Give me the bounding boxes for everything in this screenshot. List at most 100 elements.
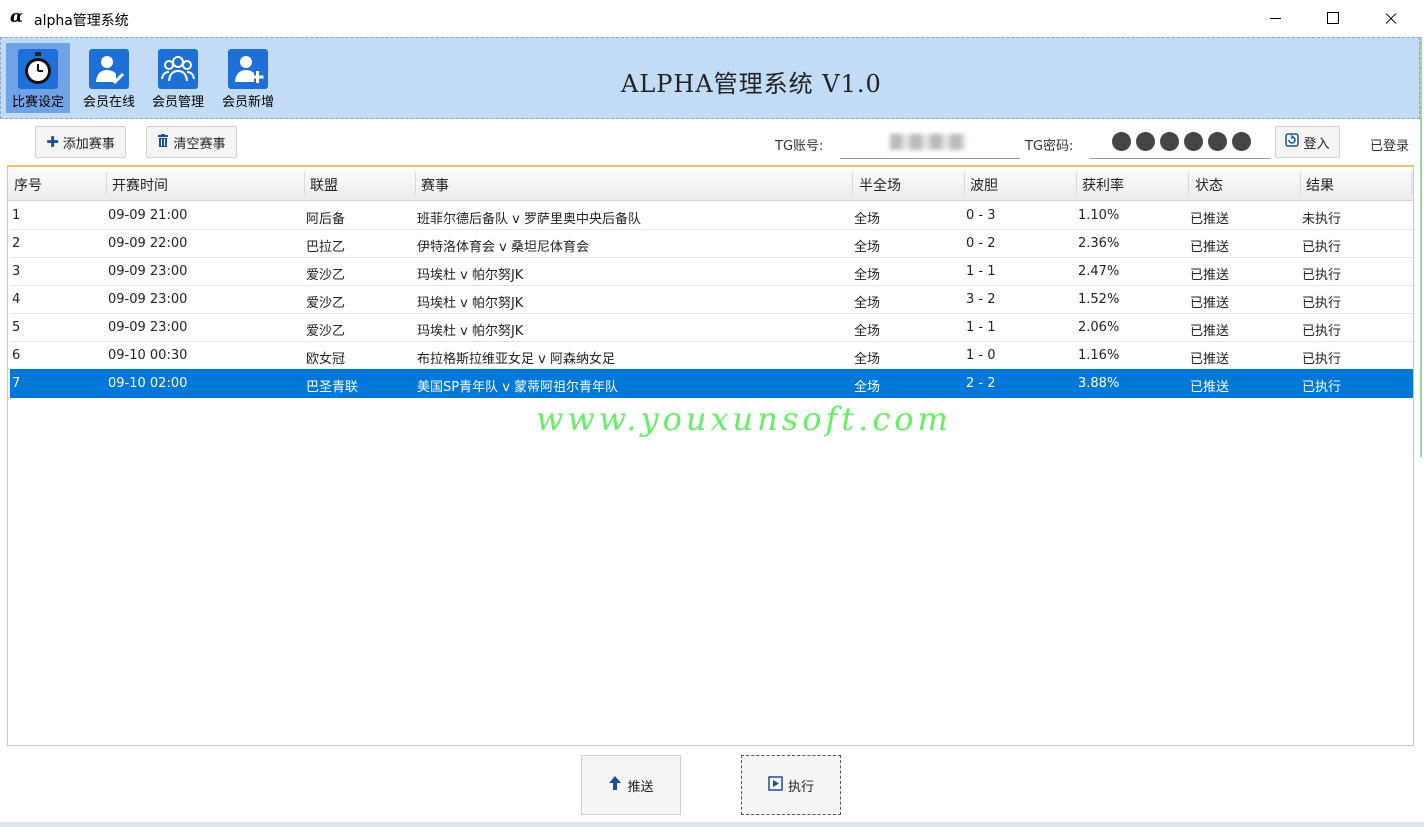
account-field[interactable] (840, 126, 1020, 159)
maximize-button[interactable] (1304, 0, 1362, 37)
cell-status: 已推送 (1190, 380, 1230, 395)
cell-score: 0 - 2 (966, 236, 996, 251)
cell-index: 5 (12, 320, 21, 335)
trash-icon (157, 133, 169, 151)
watermark: www.youxunsoft.com (536, 400, 952, 438)
push-label: 推送 (627, 779, 654, 795)
users-group-icon (158, 49, 198, 89)
col-header-status[interactable]: 状态 (1195, 175, 1223, 195)
title-bar: α alpha管理系统 (0, 0, 1424, 37)
minimize-button[interactable] (1247, 0, 1305, 37)
cell-league: 欧女冠 (306, 352, 346, 367)
table-row[interactable]: 7 09-10 02:00 巴圣青联 美国SP青年队 v 蒙蒂阿祖尔青年队 全场 2 - … (10, 369, 1413, 398)
cell-result: 已执行 (1302, 324, 1342, 339)
cell-time: 09-09 23:00 (108, 292, 188, 307)
clear-matches-button[interactable]: 清空赛事 (146, 126, 237, 158)
cell-match: 玛埃杜 v 帕尔努JK (417, 296, 524, 311)
table-row[interactable]: 5 09-09 23:00 爱沙乙 玛埃杜 v 帕尔努JK 全场 1 - 1 2.06% 已推… (10, 313, 1413, 342)
scroll-accent (1420, 37, 1422, 457)
cell-result: 已执行 (1302, 240, 1342, 255)
clear-matches-label: 清空赛事 (173, 136, 226, 152)
cell-result: 已执行 (1302, 268, 1342, 283)
nav-members-online[interactable]: 会员在线 (77, 43, 141, 113)
play-icon (768, 775, 783, 795)
cell-result: 未执行 (1302, 212, 1342, 227)
header-band: 比赛设定 会员在线 会员管理 会员新增 ALPHA管理系统 V1.0 (0, 37, 1420, 119)
page-title: ALPHA管理系统 V1.0 (621, 70, 882, 98)
cell-score: 1 - 0 (966, 348, 996, 363)
col-header-profit[interactable]: 获利率 (1082, 175, 1124, 195)
table-row[interactable]: 2 09-09 22:00 巴拉乙 伊特洛体育会 v 桑坦尼体育会 全场 0 - 2 2.3… (10, 229, 1413, 258)
plus-icon: ✚ (46, 133, 59, 151)
cell-profit: 1.16% (1078, 348, 1120, 363)
password-field[interactable] (1090, 126, 1270, 159)
table-row[interactable]: 6 09-10 00:30 欧女冠 布拉格斯拉维亚女足 v 阿森纳女足 全场 1 - 0 1… (10, 341, 1413, 370)
close-button[interactable] (1362, 0, 1420, 37)
cell-time: 09-09 23:00 (108, 320, 188, 335)
cell-half-full: 全场 (854, 240, 881, 255)
nav-label: 会员新增 (221, 95, 274, 110)
cell-score: 2 - 2 (966, 376, 996, 391)
add-match-button[interactable]: ✚ 添加赛事 (35, 126, 126, 158)
cell-index: 3 (12, 264, 21, 279)
cell-half-full: 全场 (854, 212, 881, 227)
user-check-icon (89, 49, 129, 89)
col-header-score[interactable]: 波胆 (970, 175, 998, 195)
match-table[interactable]: 序号 开赛时间 联盟 赛事 半全场 波胆 获利率 状态 结果 1 09-09 21… (7, 165, 1414, 746)
cell-index: 7 (12, 376, 21, 391)
cell-time: 09-09 21:00 (108, 208, 188, 223)
cell-match: 美国SP青年队 v 蒙蒂阿祖尔青年队 (417, 380, 619, 395)
nav-label: 会员管理 (151, 95, 204, 110)
cell-match: 班菲尔德后备队 v 罗萨里奥中央后备队 (417, 212, 641, 227)
login-status: 已登录 (1370, 139, 1410, 154)
cell-index: 2 (12, 236, 21, 251)
cell-index: 1 (12, 208, 21, 223)
cell-half-full: 全场 (854, 352, 881, 367)
password-label: TG密码: (1025, 139, 1074, 154)
cell-status: 已推送 (1190, 296, 1230, 311)
cell-score: 1 - 1 (966, 264, 996, 279)
status-strip (0, 822, 1424, 827)
cell-status: 已推送 (1190, 324, 1230, 339)
cell-half-full: 全场 (854, 324, 881, 339)
cell-time: 09-10 00:30 (108, 348, 188, 363)
cell-profit: 3.88% (1078, 376, 1120, 391)
table-row[interactable]: 1 09-09 21:00 阿后备 班菲尔德后备队 v 罗萨里奥中央后备队 全场 0 - … (10, 201, 1413, 230)
cell-league: 阿后备 (306, 212, 346, 227)
col-header-half-full[interactable]: 半全场 (859, 175, 901, 195)
add-match-label: 添加赛事 (62, 136, 115, 152)
col-header-match[interactable]: 赛事 (421, 175, 449, 195)
login-label: 登入 (1303, 136, 1330, 152)
arrow-up-icon (608, 775, 622, 795)
window-title: alpha管理系统 (34, 13, 129, 29)
nav-match-settings[interactable]: 比赛设定 (6, 43, 70, 113)
col-header-time[interactable]: 开赛时间 (112, 175, 168, 195)
execute-button[interactable]: 执行 (741, 755, 841, 815)
nav-member-management[interactable]: 会员管理 (146, 43, 210, 113)
push-button[interactable]: 推送 (581, 755, 681, 815)
nav-label: 会员在线 (82, 95, 135, 110)
stopwatch-icon (18, 49, 58, 89)
cell-match: 布拉格斯拉维亚女足 v 阿森纳女足 (417, 352, 615, 367)
cell-profit: 2.47% (1078, 264, 1120, 279)
cell-status: 已推送 (1190, 268, 1230, 283)
execute-label: 执行 (787, 779, 814, 795)
cell-status: 已推送 (1190, 240, 1230, 255)
login-button[interactable]: 登入 (1275, 126, 1340, 158)
col-header-index[interactable]: 序号 (14, 175, 42, 195)
user-add-icon (228, 49, 268, 89)
cell-half-full: 全场 (854, 380, 881, 395)
cell-time: 09-09 22:00 (108, 236, 188, 251)
nav-member-add[interactable]: 会员新增 (216, 43, 280, 113)
cell-match: 玛埃杜 v 帕尔努JK (417, 268, 524, 283)
cell-profit: 2.36% (1078, 236, 1120, 251)
col-header-result[interactable]: 结果 (1306, 175, 1334, 195)
cell-profit: 1.10% (1078, 208, 1120, 223)
cell-result: 已执行 (1302, 380, 1342, 395)
cell-index: 4 (12, 292, 21, 307)
table-row[interactable]: 3 09-09 23:00 爱沙乙 玛埃杜 v 帕尔努JK 全场 1 - 1 2.47% 已推… (10, 257, 1413, 286)
col-header-league[interactable]: 联盟 (310, 175, 338, 195)
table-row[interactable]: 4 09-09 23:00 爱沙乙 玛埃杜 v 帕尔努JK 全场 3 - 2 1.52% 已推… (10, 285, 1413, 314)
cell-league: 巴拉乙 (306, 240, 346, 255)
cell-time: 09-09 23:00 (108, 264, 188, 279)
